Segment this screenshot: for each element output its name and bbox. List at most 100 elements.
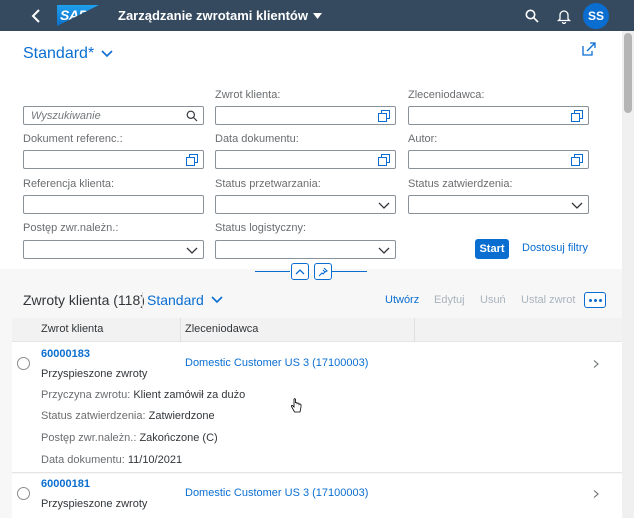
- zleceniodawca-input[interactable]: [408, 106, 589, 125]
- attr-key: Data dokumentu:: [41, 454, 125, 466]
- page-scrollbar[interactable]: [622, 31, 634, 518]
- search-placeholder: Wyszukiwanie: [31, 110, 101, 122]
- label-dokument-referenc: Dokument referenc.:: [23, 133, 123, 145]
- pin-icon: [318, 267, 328, 276]
- label-postep: Postęp zwr.należn.:: [23, 222, 119, 234]
- column-separator: [414, 318, 415, 342]
- app-title-menu[interactable]: Zarządzanie zwrotami klientów: [118, 8, 322, 23]
- overflow-dot-icon: [588, 298, 592, 302]
- chevron-right-icon[interactable]: [592, 360, 600, 368]
- adapt-filters-button[interactable]: Dostosuj filtry: [522, 242, 588, 254]
- toolbar-separator: [142, 292, 143, 309]
- autor-input[interactable]: [408, 150, 589, 169]
- variant-name: Standard*: [23, 45, 95, 62]
- column-header-zleceniodawca[interactable]: Zleceniodawca: [185, 323, 258, 335]
- row-type: Przyspieszone zwroty: [41, 498, 148, 510]
- row-attr-approval: Status zatwierdzenia: Zatwierdzone: [41, 410, 215, 422]
- search-input[interactable]: Wyszukiwanie: [23, 106, 204, 125]
- row-attr-date: Data dokumentu: 11/10/2021: [41, 454, 182, 466]
- start-button[interactable]: Start: [475, 239, 509, 259]
- value-help-icon[interactable]: [378, 154, 390, 166]
- status-logistyczny-select[interactable]: [215, 240, 396, 259]
- status-zatwierdzenia-select[interactable]: [408, 195, 589, 214]
- table-variant-selector[interactable]: Standard: [147, 292, 223, 308]
- search-button[interactable]: [522, 6, 542, 26]
- chevron-down-icon: [211, 296, 223, 304]
- label-data-dokumentu: Data dokumentu:: [215, 133, 299, 145]
- pin-header-button[interactable]: [314, 263, 332, 280]
- attr-key: Przyczyna zwrotu:: [41, 389, 131, 401]
- search-icon: [525, 9, 539, 23]
- attr-value: Zakończone (C): [139, 432, 218, 444]
- caret-down-icon: [313, 12, 322, 19]
- chevron-right-icon[interactable]: [592, 490, 600, 498]
- overflow-dot-icon: [598, 298, 602, 302]
- header-toggle-bar: [0, 263, 622, 280]
- scrollbar-thumb[interactable]: [624, 33, 632, 113]
- notifications-button[interactable]: [554, 6, 574, 26]
- edit-button[interactable]: Edytuj: [434, 294, 465, 306]
- label-status-logistyczny: Status logistyczny:: [215, 222, 307, 234]
- table-variant-name: Standard: [147, 292, 204, 308]
- label-zleceniodawca: Zleceniodawca:: [408, 89, 485, 101]
- attr-key: Status zatwierdzenia:: [41, 410, 146, 422]
- toggle-line-left: [255, 271, 290, 272]
- value-help-icon[interactable]: [571, 110, 583, 122]
- delete-button[interactable]: Usuń: [480, 294, 506, 306]
- chevron-down-icon[interactable]: [378, 244, 390, 256]
- search-icon[interactable]: [186, 110, 198, 122]
- row-customer[interactable]: Domestic Customer US 3 (17100003): [185, 487, 368, 499]
- value-help-icon[interactable]: [571, 154, 583, 166]
- row-id[interactable]: 60000181: [41, 478, 90, 490]
- create-button[interactable]: Utwórz: [385, 294, 419, 306]
- user-avatar[interactable]: SS: [583, 3, 609, 29]
- chevron-down-icon[interactable]: [378, 199, 390, 211]
- status-przetwarzania-select[interactable]: [215, 195, 396, 214]
- chevron-down-icon[interactable]: [186, 244, 198, 256]
- value-help-icon[interactable]: [186, 154, 198, 166]
- attr-value: Klient zamówił za dużo: [133, 389, 246, 401]
- row-type: Przyspieszone zwroty: [41, 368, 148, 380]
- label-status-zatwierdzenia: Status zatwierdzenia:: [408, 178, 513, 190]
- variant-selector[interactable]: Standard*: [23, 45, 113, 63]
- sap-logo[interactable]: SAP: [57, 5, 99, 26]
- data-dokumentu-input[interactable]: [215, 150, 396, 169]
- overflow-dot-icon: [593, 298, 597, 302]
- table-title: Zwroty klienta (118): [23, 292, 145, 308]
- set-return-button[interactable]: Ustal zwrot: [521, 294, 575, 306]
- chevron-down-icon: [101, 50, 113, 58]
- row-select-radio[interactable]: [17, 487, 30, 500]
- label-referencja-klienta: Referencja klienta:: [23, 178, 115, 190]
- share-icon[interactable]: [581, 41, 597, 57]
- column-header-zwrot[interactable]: Zwrot klienta: [41, 323, 103, 335]
- attr-value: Zatwierdzone: [148, 410, 215, 422]
- label-zwrot-klienta: Zwrot klienta:: [215, 89, 281, 101]
- back-button[interactable]: [26, 6, 46, 26]
- attr-key: Postęp zwr.należn.:: [41, 432, 137, 444]
- column-separator: [180, 318, 181, 342]
- chevron-up-icon: [295, 268, 305, 274]
- more-actions-button[interactable]: [584, 292, 606, 308]
- row-id[interactable]: 60000183: [41, 348, 90, 360]
- zwrot-klienta-input[interactable]: [215, 106, 396, 125]
- row-attr-progress: Postęp zwr.należn.: Zakończone (C): [41, 432, 218, 444]
- referencja-klienta-input[interactable]: [23, 195, 204, 214]
- bell-icon: [557, 9, 571, 24]
- table-row[interactable]: 60000183 Przyspieszone zwroty Domestic C…: [12, 342, 622, 473]
- chevron-down-icon[interactable]: [571, 199, 583, 211]
- toggle-line-right: [332, 271, 367, 272]
- value-help-icon[interactable]: [378, 110, 390, 122]
- collapse-header-button[interactable]: [291, 263, 309, 280]
- table-row[interactable]: 60000181 Przyspieszone zwroty Domestic C…: [12, 474, 622, 518]
- table-header: Zwrot klienta Zleceniodawca: [12, 318, 622, 342]
- attr-value: 11/10/2021: [127, 454, 183, 466]
- postep-select[interactable]: [23, 240, 204, 259]
- row-select-radio[interactable]: [17, 357, 30, 370]
- label-status-przetwarzania: Status przetwarzania:: [215, 178, 321, 190]
- app-title: Zarządzanie zwrotami klientów: [118, 8, 308, 23]
- dokument-referenc-input[interactable]: [23, 150, 204, 169]
- logo-text: SAP: [60, 7, 88, 23]
- row-customer[interactable]: Domestic Customer US 3 (17100003): [185, 357, 368, 369]
- hand-cursor-icon: [290, 398, 302, 413]
- filter-bar: Standard* Wyszukiwanie Zwrot klienta: Zl…: [0, 31, 622, 269]
